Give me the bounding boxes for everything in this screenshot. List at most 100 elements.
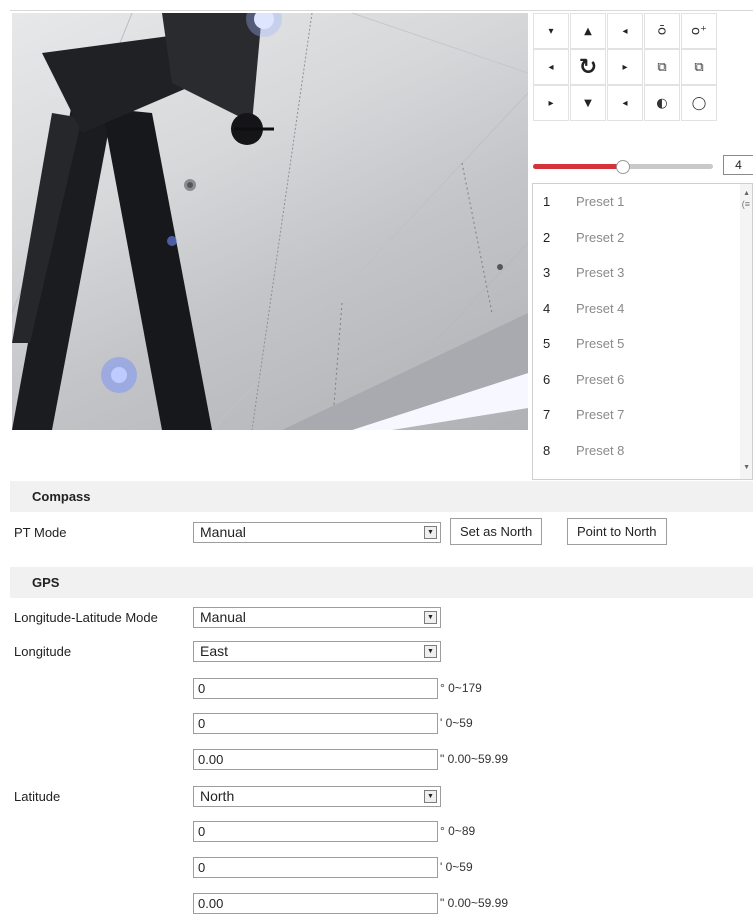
zoom-in-button[interactable]: ᴑ⁺ — [681, 13, 717, 49]
pan-up-left-button[interactable]: ▾ — [533, 13, 569, 49]
pan-left-icon: ◂ — [548, 61, 554, 73]
lonlat-mode-value: Manual — [200, 609, 246, 625]
focus-near-icon: ⧉ — [657, 59, 667, 75]
preset-number: 8 — [543, 442, 551, 458]
pan-up-button[interactable]: ▲ — [570, 13, 606, 49]
scroll-down-icon[interactable]: ▼ — [743, 464, 750, 471]
pan-down-left-icon: ▸ — [548, 97, 554, 109]
preset-name: Preset 5 — [576, 336, 625, 352]
focus-far-icon: ⧉ — [694, 59, 704, 75]
latitude-minutes-input[interactable] — [193, 857, 438, 878]
chevron-down-icon[interactable]: ▼ — [424, 526, 437, 539]
preset-number: 3 — [543, 265, 551, 281]
pan-up-left-icon: ▾ — [548, 25, 554, 37]
preset-item[interactable]: 1 Preset 1 — [533, 184, 752, 220]
ptz-control-pad: ▾ ▲ ◂ ᴑ̄ ᴑ⁺ ◂ ↻ ▸ ⧉ ⧉ ▸ ▼ ◂ ◐ ◯ — [533, 13, 753, 145]
latitude-degrees-input[interactable] — [193, 821, 438, 842]
preset-item[interactable]: 2 Preset 2 — [533, 220, 752, 256]
speed-value: 4 — [723, 155, 753, 175]
set-as-north-button[interactable]: Set as North — [450, 518, 543, 545]
preset-name: Preset 3 — [576, 265, 625, 281]
iris-close-icon: ◐ — [656, 95, 668, 111]
gps-section-header: GPS — [10, 567, 753, 598]
pan-down-right-icon: ◂ — [622, 97, 628, 109]
latitude-label: Latitude — [14, 789, 61, 804]
scroll-grip-icon[interactable]: (≡ — [742, 200, 750, 209]
preset-name: Preset 2 — [576, 229, 625, 245]
preset-item[interactable]: 6 Preset 6 — [533, 362, 752, 398]
latitude-seconds-input[interactable] — [193, 893, 438, 914]
latitude-seconds-range: " 0.00~59.99 — [440, 896, 508, 910]
iris-open-icon: ◯ — [691, 95, 707, 111]
pan-right-icon: ▸ — [622, 61, 628, 73]
longitude-seconds-range: " 0.00~59.99 — [440, 752, 508, 766]
longitude-minutes-input[interactable] — [193, 713, 438, 734]
longitude-minutes-range: ' 0~59 — [440, 716, 473, 730]
chevron-down-icon[interactable]: ▼ — [424, 645, 437, 658]
pt-mode-label: PT Mode — [14, 525, 67, 540]
preset-name: Preset 7 — [576, 407, 625, 423]
chevron-down-icon[interactable]: ▼ — [424, 790, 437, 803]
longitude-degrees-range: ° 0~179 — [440, 681, 482, 695]
pt-mode-value: Manual — [200, 524, 246, 540]
preset-name: Preset 4 — [576, 300, 625, 316]
lonlat-mode-select[interactable]: Manual ▼ — [193, 607, 441, 628]
preset-number: 7 — [543, 407, 551, 423]
preset-name: Preset 6 — [576, 371, 625, 387]
video-frame-image — [12, 13, 528, 430]
preset-item[interactable]: 8 Preset 8 — [533, 433, 752, 469]
preset-item[interactable]: 4 Preset 4 — [533, 291, 752, 327]
longitude-seconds-input[interactable] — [193, 749, 438, 770]
latitude-direction-select[interactable]: North ▼ — [193, 786, 441, 807]
iris-open-button[interactable]: ◯ — [681, 85, 717, 121]
preset-item[interactable]: 5 Preset 5 — [533, 326, 752, 362]
slider-thumb[interactable] — [616, 160, 630, 174]
chevron-down-icon[interactable]: ▼ — [424, 611, 437, 624]
live-video[interactable] — [12, 13, 528, 430]
preset-name: Preset 8 — [576, 442, 625, 458]
longitude-direction-value: East — [200, 643, 229, 659]
pt-mode-select[interactable]: Manual ▼ — [193, 522, 441, 543]
pan-left-button[interactable]: ◂ — [533, 49, 569, 85]
preset-number: 4 — [543, 300, 551, 316]
pan-down-left-button[interactable]: ▸ — [533, 85, 569, 121]
iris-close-button[interactable]: ◐ — [644, 85, 680, 121]
preset-item[interactable]: 7 Preset 7 — [533, 397, 752, 433]
pan-right-button[interactable]: ▸ — [607, 49, 643, 85]
ptz-speed-slider[interactable]: 4 — [533, 155, 753, 177]
preset-number: 5 — [543, 336, 551, 352]
pan-up-right-icon: ◂ — [622, 25, 628, 37]
longitude-degrees-input[interactable] — [193, 678, 438, 699]
preset-number: 1 — [543, 194, 551, 210]
focus-near-button[interactable]: ⧉ — [644, 49, 680, 85]
preset-name: Preset 1 — [576, 194, 625, 210]
pan-down-right-button[interactable]: ◂ — [607, 85, 643, 121]
latitude-degrees-range: ° 0~89 — [440, 824, 476, 838]
longitude-direction-select[interactable]: East ▼ — [193, 641, 441, 662]
auto-pan-button[interactable]: ↻ — [570, 49, 606, 85]
slider-fill — [533, 164, 623, 169]
preset-number: 2 — [543, 229, 551, 245]
preset-list[interactable]: 1 Preset 1 2 Preset 2 3 Preset 3 4 Preset 4 5 Pre… — [532, 183, 753, 480]
point-to-north-button[interactable]: Point to North — [567, 518, 667, 545]
slider-track[interactable] — [533, 160, 713, 174]
pan-down-button[interactable]: ▼ — [570, 85, 606, 121]
pan-up-right-button[interactable]: ◂ — [607, 13, 643, 49]
auto-pan-icon: ↻ — [578, 54, 598, 80]
pan-up-icon: ▲ — [584, 25, 592, 37]
pan-down-icon: ▼ — [584, 97, 592, 109]
longitude-label: Longitude — [14, 644, 72, 659]
lonlat-mode-label: Longitude-Latitude Mode — [14, 610, 158, 625]
zoom-out-icon: ᴑ̄ — [657, 23, 667, 39]
compass-section-header: Compass — [10, 481, 753, 512]
scroll-up-icon[interactable]: ▲ — [743, 190, 750, 197]
top-border — [10, 10, 753, 11]
preset-item[interactable]: 3 Preset 3 — [533, 255, 752, 291]
latitude-direction-value: North — [200, 788, 235, 804]
focus-far-button[interactable]: ⧉ — [681, 49, 717, 85]
latitude-minutes-range: ' 0~59 — [440, 860, 473, 874]
preset-scrollbar[interactable]: ▲ (≡ ▼ — [740, 184, 752, 479]
zoom-in-icon: ᴑ⁺ — [691, 23, 707, 39]
preset-number: 6 — [543, 371, 551, 387]
zoom-out-button[interactable]: ᴑ̄ — [644, 13, 680, 49]
